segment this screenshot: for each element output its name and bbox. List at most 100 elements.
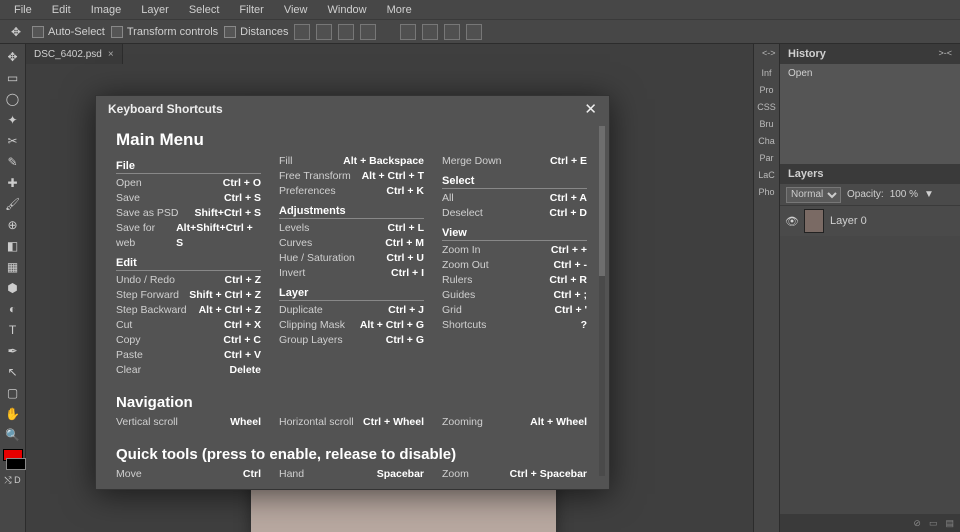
history-panel-header[interactable]: History (780, 44, 960, 64)
shortcut-label: Rulers (442, 273, 472, 288)
panel-tab[interactable]: CSS (757, 102, 776, 112)
shortcut-label: Grid (442, 303, 462, 318)
align-icon[interactable] (338, 24, 354, 40)
layer-row[interactable]: 👁 Layer 0 (780, 206, 960, 236)
shortcut-key: Ctrl + X (224, 318, 261, 333)
menu-file[interactable]: File (4, 4, 42, 16)
type-tool-icon[interactable]: T (3, 321, 23, 339)
menu-more[interactable]: More (377, 4, 422, 16)
brush-tool-icon[interactable]: 🖌 (3, 195, 23, 213)
heal-tool-icon[interactable]: ✚ (3, 174, 23, 192)
gradient-tool-icon[interactable]: ▦ (3, 258, 23, 276)
stamp-tool-icon[interactable]: ⊕ (3, 216, 23, 234)
shortcut-key: Ctrl + M (385, 236, 424, 251)
menu-layer[interactable]: Layer (131, 4, 179, 16)
panel-tab[interactable]: Par (759, 153, 773, 163)
shortcut-col: MoveCtrl (116, 467, 261, 482)
blur-tool-icon[interactable]: ⬢ (3, 279, 23, 297)
expand-icon[interactable]: <-> (762, 48, 776, 58)
shortcut-col: Merge DownCtrl + E Select AllCtrl + ADes… (442, 154, 587, 378)
dialog-close-icon[interactable]: ✕ (584, 100, 597, 118)
group-title: Select (442, 175, 587, 189)
swap-colors-icon[interactable]: ⤭ D (4, 475, 20, 486)
crop-tool-icon[interactable]: ✂ (3, 132, 23, 150)
layers-panel-header[interactable]: Layers (780, 164, 960, 184)
panel-tab[interactable]: Cha (758, 136, 775, 146)
opacity-value[interactable]: 100 % (890, 189, 918, 200)
zoom-tool-icon[interactable]: 🔍 (3, 426, 23, 444)
eraser-tool-icon[interactable]: ◧ (3, 237, 23, 255)
align-icon[interactable] (360, 24, 376, 40)
auto-select-checkbox[interactable]: Auto-Select (32, 26, 105, 38)
shortcut-key: Ctrl + G (386, 333, 424, 348)
align-icon[interactable] (294, 24, 310, 40)
history-panel: Open (780, 64, 960, 164)
layers-options: Normal Opacity: 100 % ▼ (780, 184, 960, 206)
lasso-tool-icon[interactable]: ◯ (3, 90, 23, 108)
shape-tool-icon[interactable]: ▢ (3, 384, 23, 402)
shortcut-label: Preferences (279, 184, 336, 199)
align-icon[interactable] (316, 24, 332, 40)
hand-tool-icon[interactable]: ✋ (3, 405, 23, 423)
menu-view[interactable]: View (274, 4, 318, 16)
group-title: Adjustments (279, 205, 424, 219)
panel-tab[interactable]: Inf (761, 68, 771, 78)
visibility-icon[interactable]: 👁 (786, 215, 798, 227)
shortcut-label: Hand (279, 467, 304, 482)
tab-close-icon[interactable]: × (108, 49, 114, 60)
collapse-icon[interactable]: >-< (938, 48, 952, 58)
shortcut-row: MoveCtrl (116, 467, 261, 482)
panel-tab[interactable]: Pho (758, 187, 774, 197)
shortcut-row: CurvesCtrl + M (279, 236, 424, 251)
transform-controls-checkbox[interactable]: Transform controls (111, 26, 218, 38)
menu-filter[interactable]: Filter (229, 4, 273, 16)
distances-checkbox[interactable]: Distances (224, 26, 288, 38)
layer-thumbnail[interactable] (804, 209, 824, 233)
shortcut-label: Levels (279, 221, 309, 236)
panel-tab[interactable]: Bru (759, 119, 773, 129)
dodge-tool-icon[interactable]: ◐ (3, 300, 23, 318)
distribute-icon[interactable] (444, 24, 460, 40)
panel-tab[interactable]: Pro (759, 85, 773, 95)
menubar: File Edit Image Layer Select Filter View… (0, 0, 960, 20)
document-tab[interactable]: DSC_6402.psd × (26, 44, 123, 64)
distribute-icon[interactable] (466, 24, 482, 40)
shortcut-key: Alt + Ctrl + G (360, 318, 424, 333)
status-icon: ▭ (929, 518, 938, 529)
shortcut-key: Alt + Ctrl + T (362, 169, 424, 184)
eyedropper-tool-icon[interactable]: ✎ (3, 153, 23, 171)
shortcut-row: Save as PSDShift+Ctrl + S (116, 206, 261, 221)
history-item[interactable]: Open (788, 68, 952, 79)
panel-tab[interactable]: LaC (758, 170, 775, 180)
distribute-icon[interactable] (400, 24, 416, 40)
pen-tool-icon[interactable]: ✒ (3, 342, 23, 360)
shortcut-key: Ctrl + U (386, 251, 424, 266)
menu-select[interactable]: Select (179, 4, 230, 16)
opacity-dropdown-icon[interactable]: ▼ (924, 189, 934, 200)
shortcut-label: Merge Down (442, 154, 502, 169)
status-icon: ⊘ (913, 518, 921, 529)
layer-name[interactable]: Layer 0 (830, 215, 867, 227)
wand-tool-icon[interactable]: ✦ (3, 111, 23, 129)
menu-edit[interactable]: Edit (42, 4, 81, 16)
path-tool-icon[interactable]: ↖ (3, 363, 23, 381)
menu-image[interactable]: Image (81, 4, 132, 16)
shortcut-label: Copy (116, 333, 141, 348)
shortcut-label: Zoom In (442, 243, 481, 258)
shortcut-row: SaveCtrl + S (116, 191, 261, 206)
dialog-scrollbar[interactable] (599, 126, 605, 476)
move-tool-icon[interactable]: ✥ (3, 48, 23, 66)
blend-mode-select[interactable]: Normal (786, 187, 841, 203)
shortcut-key: Ctrl + D (549, 206, 587, 221)
bg-color-swatch[interactable] (6, 458, 26, 470)
shortcut-key: Spacebar (377, 467, 424, 482)
marquee-tool-icon[interactable]: ▭ (3, 69, 23, 87)
shortcut-label: All (442, 191, 454, 206)
shortcut-col: Vertical scrollWheel (116, 415, 261, 430)
section-heading: Quick tools (press to enable, release to… (116, 446, 589, 463)
shortcut-key: Ctrl + I (391, 266, 424, 281)
distribute-icon[interactable] (422, 24, 438, 40)
menu-window[interactable]: Window (318, 4, 377, 16)
shortcut-row: Hand Spacebar (279, 467, 424, 482)
shortcut-row: Undo / RedoCtrl + Z (116, 273, 261, 288)
